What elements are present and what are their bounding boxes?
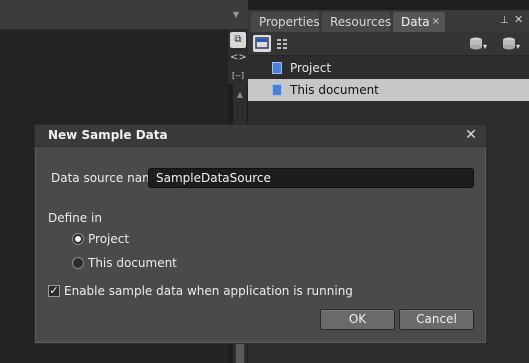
code-view-icon[interactable]: <> [230, 50, 247, 66]
dialog-title-bar: New Sample Data ✕ [35, 125, 486, 147]
enable-sample-data-checkbox[interactable]: ✓ [48, 285, 60, 297]
data-context-icon[interactable]: ⧉ [230, 32, 246, 48]
ok-button[interactable]: OK [320, 309, 395, 330]
tree-item-project[interactable]: Project [248, 57, 529, 79]
define-in-label: Define in [48, 211, 102, 225]
enable-sample-data-label[interactable]: Enable sample data when application is r… [64, 284, 353, 298]
svg-text:▾: ▾ [516, 42, 520, 51]
radio-this-document-label[interactable]: This document [88, 256, 177, 270]
document-tab-strip: ▼ [0, 0, 248, 30]
details-view-icon [277, 39, 287, 49]
svg-text:▾: ▾ [483, 42, 487, 51]
tree-item-label: Project [290, 61, 332, 75]
tab-label: Resources [330, 15, 392, 29]
close-icon[interactable]: ✕ [463, 127, 479, 143]
add-sample-data-icon[interactable]: ▾ [468, 35, 490, 52]
scroll-up-icon[interactable]: ▲ [235, 90, 245, 100]
tab-label: Data [401, 15, 430, 29]
tab-label: Properties [259, 15, 320, 29]
details-view-button[interactable] [274, 35, 292, 52]
radio-project[interactable] [72, 233, 84, 245]
vertical-toolbar: ⧉ <> [--] [228, 30, 248, 84]
tree-item-this-document[interactable]: This document [248, 79, 529, 101]
cancel-button[interactable]: Cancel [399, 309, 474, 330]
tab-resources[interactable]: Resources [322, 12, 392, 32]
list-view-icon [255, 37, 269, 49]
document-icon [272, 62, 282, 74]
tab-data[interactable]: Data × [393, 12, 445, 32]
split-view-icon[interactable]: [--] [230, 68, 246, 84]
add-live-data-icon[interactable]: ▾ [501, 35, 523, 52]
close-tab-icon[interactable]: × [432, 12, 440, 32]
panel-tab-bar: Properties Resources Data × ⊥ ✕ [248, 10, 529, 32]
radio-project-label[interactable]: Project [88, 232, 129, 246]
data-source-tree: Project This document [248, 57, 529, 101]
data-source-name-label: Data source name [51, 171, 162, 185]
pin-icon[interactable]: ⊥ [500, 15, 510, 27]
list-view-button[interactable] [253, 35, 271, 52]
new-sample-data-dialog: New Sample Data ✕ Data source name Defin… [34, 124, 487, 344]
tab-properties[interactable]: Properties [251, 12, 320, 32]
data-source-name-input[interactable] [148, 168, 474, 188]
radio-this-document[interactable] [72, 257, 84, 269]
document-icon [272, 84, 282, 96]
data-panel-toolbar: ▾ ▾ [248, 32, 529, 56]
document-list-dropdown-icon[interactable]: ▼ [231, 10, 241, 20]
dialog-title: New Sample Data [48, 128, 168, 142]
close-panel-icon[interactable]: ✕ [514, 14, 524, 26]
tree-item-label: This document [290, 83, 379, 97]
